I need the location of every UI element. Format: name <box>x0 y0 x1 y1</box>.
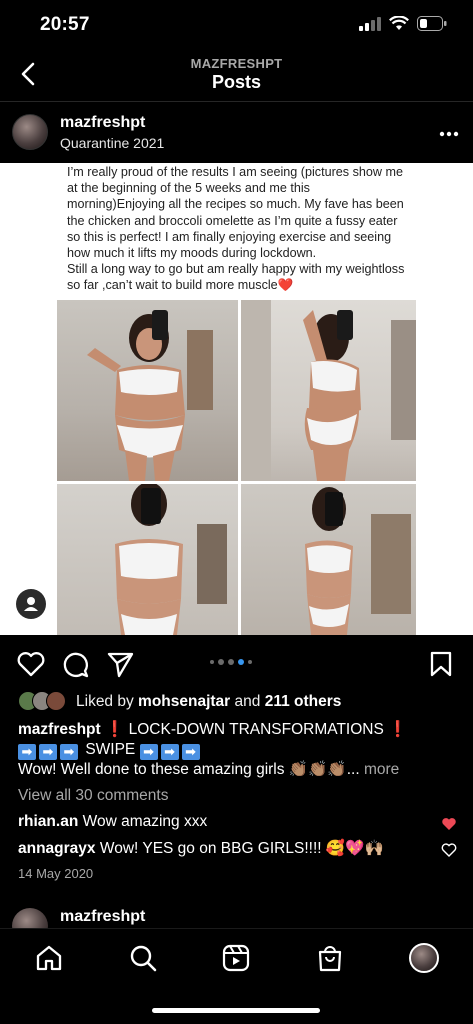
bookmark-icon <box>430 651 452 677</box>
photo-after-front <box>57 484 238 635</box>
heart-icon <box>17 652 45 677</box>
comment-icon <box>63 652 89 678</box>
arrow-right-icon: ➡ <box>160 744 179 760</box>
comment-row: annagrayx Wow! YES go on BBG GIRLS!!!! 🥰… <box>18 839 438 858</box>
search-icon <box>130 945 157 972</box>
carousel-dot <box>228 659 234 665</box>
photo-grid <box>57 300 416 635</box>
tagged-people-button[interactable] <box>16 589 46 619</box>
arrow-right-icon: ➡ <box>181 744 200 760</box>
post-username[interactable]: mazfreshpt <box>60 114 145 132</box>
caption-text: Wow! Well done to these amazing girls 👏🏽… <box>18 761 360 778</box>
tab-shop[interactable] <box>315 943 345 973</box>
status-time: 20:57 <box>40 14 90 35</box>
caption-username[interactable]: mazfreshpt <box>18 721 101 738</box>
post-caption: mazfreshpt ❗ LOCK-DOWN TRANSFORMATIONS ❗… <box>18 720 458 780</box>
comment-button[interactable] <box>60 649 90 679</box>
header-divider <box>0 101 473 102</box>
heart-icon <box>441 843 457 857</box>
carousel-dot-active <box>238 659 244 665</box>
more-icon <box>439 131 459 137</box>
comment-username[interactable]: rhian.an <box>18 813 78 830</box>
comment-text: Wow! YES go on BBG GIRLS!!!! 🥰💖🙌🏼 <box>99 840 384 857</box>
reels-icon <box>222 944 250 972</box>
arrow-right-icon: ➡ <box>39 744 57 760</box>
send-icon <box>107 652 134 678</box>
battery-icon <box>417 16 447 36</box>
carousel-dot <box>248 660 252 664</box>
header-account: MAZFRESHPT <box>190 56 283 71</box>
post-image[interactable]: I’m really proud of the results I am see… <box>0 163 473 635</box>
status-bar: 20:57 <box>0 0 473 50</box>
nav-header: MAZFRESHPT Posts <box>0 52 473 100</box>
photo-before-side <box>241 300 416 481</box>
carousel-dot <box>218 659 224 665</box>
post-date: 14 May 2020 <box>18 866 94 881</box>
tab-reels[interactable] <box>221 943 251 973</box>
arrow-right-icon: ➡ <box>18 744 36 760</box>
post-header: mazfreshpt Quarantine 2021 <box>0 110 473 158</box>
share-button[interactable] <box>105 649 135 679</box>
tab-search[interactable] <box>128 943 158 973</box>
view-all-comments-link[interactable]: View all 30 comments <box>18 787 168 805</box>
heart-filled-icon <box>442 818 456 830</box>
post-image-text: I’m really proud of the results I am see… <box>67 164 412 294</box>
like-button[interactable] <box>16 649 46 679</box>
photo-after-side <box>241 484 416 635</box>
post-image-text-body: I’m really proud of the results I am see… <box>67 165 405 293</box>
home-indicator <box>152 1008 320 1013</box>
comment-username[interactable]: annagrayx <box>18 840 96 857</box>
signal-icon <box>359 16 381 36</box>
save-button[interactable] <box>426 649 456 679</box>
tab-profile[interactable] <box>409 943 439 973</box>
comment-like-button[interactable] <box>441 842 457 858</box>
caption-line-2: ➡ ➡ ➡ SWIPE ➡ ➡ ➡ <box>18 740 458 760</box>
arrow-right-icon: ➡ <box>139 744 158 760</box>
likes-text: Liked by mohsenajtar and 211 others <box>76 693 342 710</box>
avatar[interactable] <box>12 114 48 150</box>
comment-row: rhian.an Wow amazing xxx <box>18 813 438 831</box>
wifi-icon <box>389 15 409 36</box>
caption-line-1: mazfreshpt ❗ LOCK-DOWN TRANSFORMATIONS ❗ <box>18 721 408 738</box>
tab-home[interactable] <box>34 943 64 973</box>
post-username[interactable]: mazfreshpt <box>60 908 145 926</box>
caption-headline: LOCK-DOWN TRANSFORMATIONS <box>128 721 384 738</box>
caption-swipe: SWIPE <box>85 741 136 758</box>
avatar <box>46 691 66 711</box>
comment-text: Wow amazing xxx <box>82 813 208 830</box>
page-title: Posts <box>211 72 262 92</box>
carousel-indicator <box>210 659 252 665</box>
status-icons <box>359 15 447 36</box>
post-location[interactable]: Quarantine 2021 <box>60 135 164 151</box>
likes-summary[interactable]: Liked by mohsenajtar and 211 others <box>18 690 341 714</box>
arrow-right-icon: ➡ <box>60 744 78 760</box>
more-options-button[interactable] <box>439 124 459 137</box>
home-icon <box>36 945 62 971</box>
caption-more-link[interactable]: more <box>364 761 399 778</box>
carousel-dot <box>210 660 214 664</box>
liker-avatars <box>18 691 70 713</box>
user-icon <box>24 597 38 611</box>
post-actions <box>0 645 473 685</box>
photo-before-front <box>57 300 238 481</box>
comment-like-button[interactable] <box>441 816 457 832</box>
shopping-bag-icon <box>318 946 342 972</box>
caption-line-3: Wow! Well done to these amazing girls 👏🏽… <box>18 760 458 780</box>
